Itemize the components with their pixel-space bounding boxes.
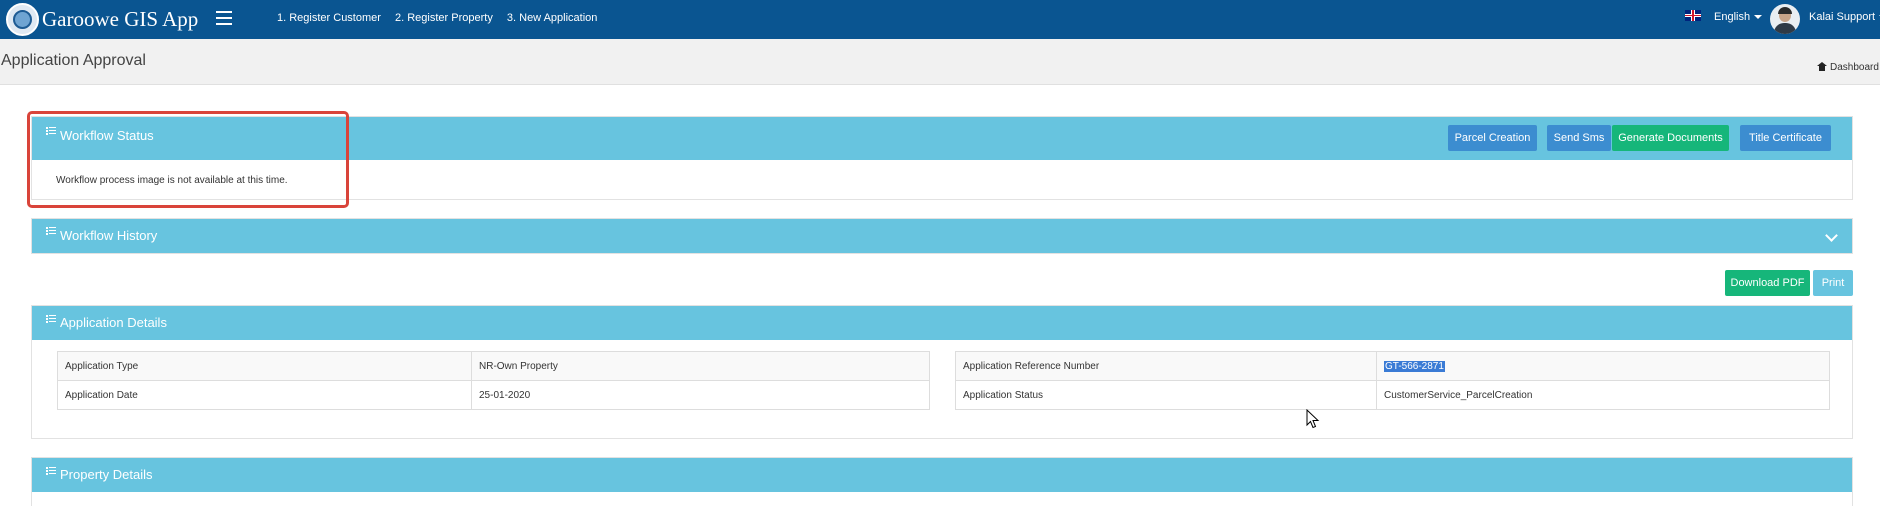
application-details-left-table: Application Type NR-Own Property Applica… (57, 351, 930, 410)
detail-label: Application Type (57, 351, 472, 381)
application-details-header: Application Details (32, 306, 1852, 340)
detail-label: Application Date (57, 380, 472, 410)
caret-down-icon (1754, 15, 1763, 20)
list-icon (46, 315, 56, 324)
workflow-history-header[interactable]: Workflow History (32, 219, 1852, 253)
workflow-history-title: Workflow History (60, 228, 158, 243)
list-icon (46, 227, 56, 236)
user-avatar[interactable] (1770, 4, 1800, 34)
table-row: Application Type NR-Own Property (57, 351, 930, 381)
top-navbar: Garoowe GIS App 1. Register Customer 2. … (0, 0, 1880, 39)
home-icon (1817, 62, 1827, 71)
title-certificate-button[interactable]: Title Certificate (1740, 125, 1831, 151)
detail-label: Application Reference Number (955, 351, 1377, 381)
nav-new-application[interactable]: 3. New Application (507, 12, 598, 24)
print-button[interactable]: Print (1813, 270, 1853, 296)
detail-value: GT-566-2871 (1376, 351, 1830, 381)
detail-value: CustomerService_ParcelCreation (1376, 380, 1830, 410)
uk-flag-icon[interactable] (1685, 10, 1701, 21)
workflow-history-panel[interactable]: Workflow History (31, 218, 1853, 254)
app-logo[interactable] (6, 3, 39, 36)
list-icon (46, 467, 56, 476)
property-details-panel: Property Details (31, 457, 1853, 506)
application-details-right-table: Application Reference Number GT-566-2871… (955, 351, 1830, 410)
generate-documents-button[interactable]: Generate Documents (1612, 125, 1729, 151)
download-pdf-button[interactable]: Download PDF (1725, 270, 1810, 296)
reference-number-selected[interactable]: GT-566-2871 (1384, 360, 1445, 372)
detail-value: NR-Own Property (471, 351, 930, 381)
breadcrumb-dashboard[interactable]: Dashboard (1830, 62, 1879, 73)
language-label: English (1714, 11, 1751, 23)
detail-label: Application Status (955, 380, 1377, 410)
detail-value: 25-01-2020 (471, 380, 930, 410)
page-header: Application Approval Dashboard (0, 39, 1880, 85)
page-title: Application Approval (1, 52, 146, 69)
application-details-title: Application Details (60, 315, 167, 330)
annotation-highlight (27, 111, 349, 208)
user-menu[interactable]: Kalai Support (1809, 11, 1880, 23)
nav-register-customer[interactable]: 1. Register Customer (277, 12, 381, 24)
table-row: Application Date 25-01-2020 (57, 380, 930, 410)
menu-toggle-icon[interactable] (216, 11, 232, 25)
application-details-panel: Application Details Application Type NR-… (31, 305, 1853, 439)
user-name: Kalai Support (1809, 11, 1876, 23)
language-dropdown[interactable]: English (1714, 11, 1763, 23)
app-brand[interactable]: Garoowe GIS App (42, 7, 198, 32)
property-details-header: Property Details (32, 458, 1852, 492)
nav-register-property[interactable]: 2. Register Property (395, 12, 493, 24)
send-sms-button[interactable]: Send Sms (1547, 125, 1611, 151)
property-details-title: Property Details (60, 467, 153, 482)
mouse-cursor-icon (1306, 409, 1320, 429)
parcel-creation-button[interactable]: Parcel Creation (1448, 125, 1537, 151)
top-nav-links: 1. Register Customer 2. Register Propert… (277, 12, 608, 24)
table-row: Application Reference Number GT-566-2871 (955, 351, 1830, 381)
table-row: Application Status CustomerService_Parce… (955, 380, 1830, 410)
breadcrumb[interactable]: Dashboard (1817, 62, 1879, 73)
chevron-down-icon[interactable] (1825, 229, 1838, 242)
